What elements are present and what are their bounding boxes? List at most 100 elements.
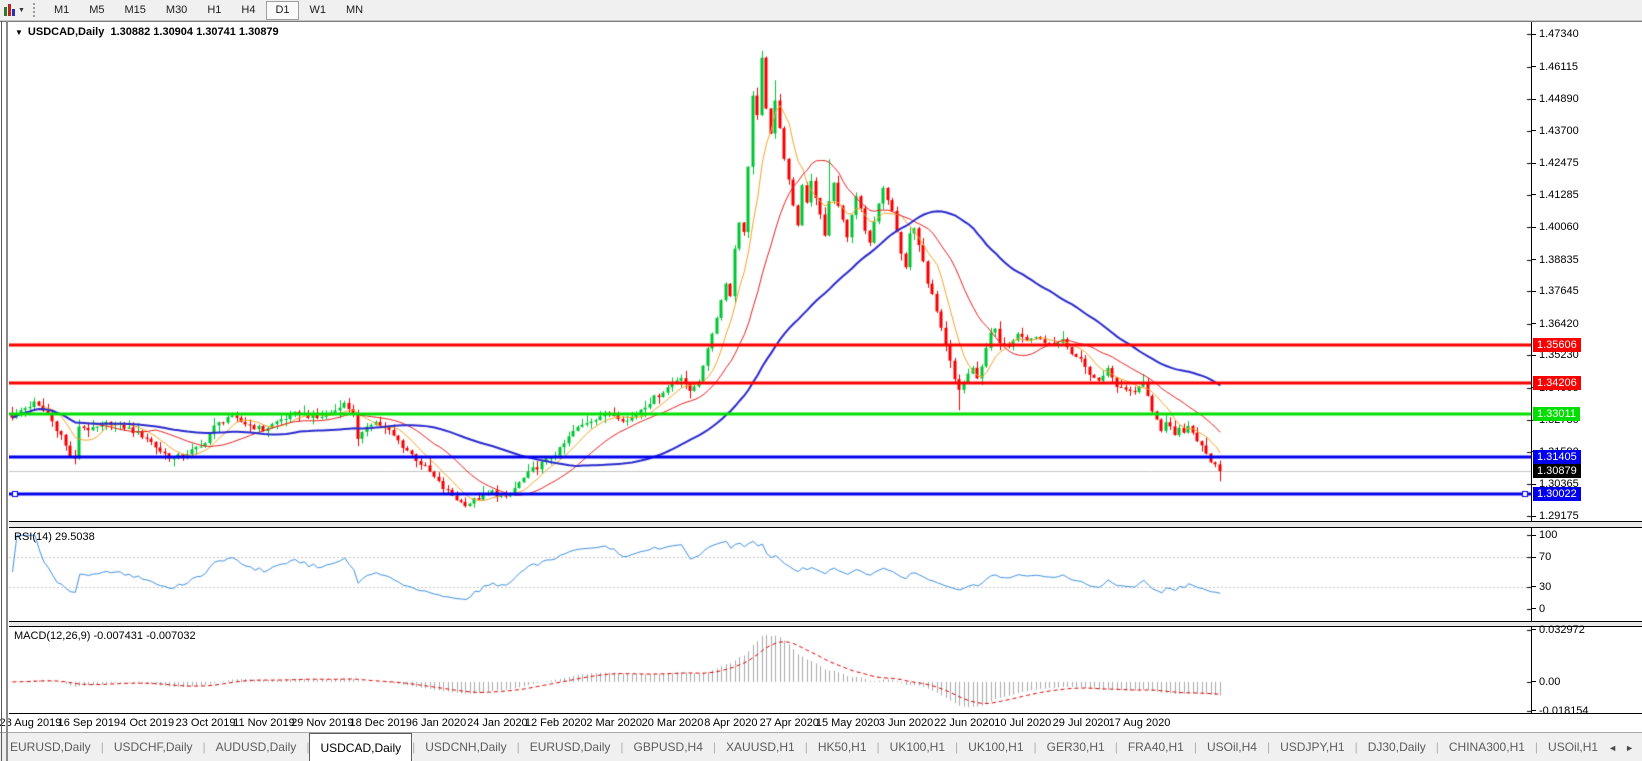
tab-scroll-controls: ◄ ►	[1602, 733, 1640, 761]
chart-window: ▼ USDCAD,Daily 1.30882 1.30904 1.30741 1.…	[0, 21, 1642, 733]
line-price-tag[interactable]: 1.34206	[1533, 375, 1581, 390]
date-axis: 28 Aug 2019 16 Sep 2019 4 Oct 2019 23 Oct 2…	[0, 714, 1642, 733]
chart-tab-usdcad-daily[interactable]: USDCAD,Daily	[309, 733, 413, 761]
date-axis-label: 29 Nov 2019	[291, 717, 354, 729]
date-axis-label: 4 Oct 2019	[120, 717, 175, 729]
scroll-tabs-left-icon[interactable]: ◄	[1608, 743, 1617, 753]
rsi-label: RSI(14) 29.5038	[14, 531, 95, 543]
timeframe-button-d1[interactable]: D1	[266, 0, 299, 20]
price-axis-tick: 1.42475	[1532, 157, 1579, 169]
timeframe-toolbar: M1 M5 M15 M30 H1 H4 D1 W1 MN	[44, 0, 373, 20]
date-axis-label: 18 Dec 2019	[349, 717, 412, 729]
date-axis-label: 3 Jun 2020	[878, 717, 934, 729]
chart-dropdown-icon[interactable]: ▼	[15, 28, 23, 37]
timeframe-button-mn[interactable]: MN	[337, 1, 372, 20]
date-axis-label: 23 Oct 2019	[175, 717, 236, 729]
date-axis-label: 6 Jan 2020	[411, 717, 467, 729]
chart-tab-usdchf-daily[interactable]: USDCHF,Daily	[104, 733, 203, 761]
line-price-tag[interactable]: 1.35606	[1533, 338, 1581, 353]
date-axis-label: 10 Jul 2020	[994, 717, 1052, 729]
date-axis-label: 15 May 2020	[815, 717, 880, 729]
timeframe-button-m5[interactable]: M5	[80, 1, 113, 20]
timeframe-button-h1[interactable]: H1	[198, 1, 230, 20]
macd-panel: MACD(12,26,9) -0.007431 -0.007032 0.0329…	[9, 624, 1642, 717]
date-axis-label: 24 Jan 2020	[467, 717, 528, 729]
date-axis-label: 11 Nov 2019	[233, 717, 295, 729]
chevron-down-icon[interactable]: ▼	[18, 7, 25, 14]
chart-title-symbol: USDCAD,Daily	[27, 26, 105, 38]
top-toolbar: ▼ M1 M5 M15 M30 H1 H4 D1 W1 MN	[0, 0, 1642, 21]
chart-title: ▼ USDCAD,Daily 1.30882 1.30904 1.30741 1.…	[15, 26, 279, 38]
rsi-axis: 100 70 30 0	[1531, 528, 1642, 621]
price-axis-tick: 1.44890	[1532, 93, 1579, 105]
date-axis-label: 16 Sep 2019	[57, 717, 121, 729]
timeframe-button-w1[interactable]: W1	[301, 1, 336, 20]
candlestick-chart-icon[interactable]	[4, 4, 15, 16]
rsi-axis-tick: 0	[1532, 603, 1545, 615]
timeframe-button-m30[interactable]: M30	[157, 1, 196, 20]
toolbar-grip[interactable]	[32, 3, 36, 17]
price-axis-tick: 1.37645	[1532, 285, 1579, 297]
price-axis-tick: 1.47340	[1532, 28, 1579, 40]
chart-tab-hk50-h1[interactable]: HK50,H1	[808, 733, 877, 761]
date-axis-label: 28 Aug 2019	[0, 717, 62, 729]
chart-tab-usoil-h1[interactable]: USOil,H1	[1538, 733, 1608, 761]
rsi-axis-tick: 30	[1532, 581, 1551, 593]
chart-tab-uk100-h1[interactable]: UK100,H1	[958, 733, 1033, 761]
chart-tab-eurusd-daily[interactable]: EURUSD,Daily	[520, 733, 621, 761]
macd-axis: 0.032972 0.00 -0.018154	[1531, 624, 1642, 717]
timeframe-button-h4[interactable]: H4	[232, 1, 264, 20]
chart-tab-usdjpy-h1[interactable]: USDJPY,H1	[1270, 733, 1354, 761]
price-axis-tick: 1.43700	[1532, 125, 1579, 137]
rsi-axis-tick: 70	[1532, 551, 1551, 563]
macd-axis-tick: -0.018154	[1532, 705, 1589, 717]
chart-tab-eurusd-daily[interactable]: EURUSD,Daily	[0, 733, 101, 761]
chart-tabs-bar: EURUSD,Daily | USDCHF,Daily | AUDUSD,Daily | U…	[0, 732, 1642, 761]
chart-ohlc-values: 1.30882 1.30904 1.30741 1.30879	[110, 26, 279, 38]
chart-tab-uk100-h1[interactable]: UK100,H1	[880, 733, 955, 761]
scroll-tabs-right-icon[interactable]: ►	[1625, 743, 1634, 753]
macd-label: MACD(12,26,9) -0.007431 -0.007032	[14, 630, 196, 642]
timeframe-button-m15[interactable]: M15	[116, 1, 155, 20]
price-axis-tick: 1.36420	[1532, 318, 1579, 330]
timeframe-button-m1[interactable]: M1	[45, 1, 78, 20]
date-axis-label: 29 Jul 2020	[1052, 717, 1110, 729]
chart-tab-xauusd-h1[interactable]: XAUUSD,H1	[716, 733, 805, 761]
chart-tab-fra40-h1[interactable]: FRA40,H1	[1118, 733, 1194, 761]
date-axis-label: 17 Aug 2020	[1108, 717, 1171, 729]
price-axis: 1.47340 1.46115 1.44890 1.43700 1.42475 1.412…	[1531, 22, 1642, 522]
rsi-canvas[interactable]	[9, 528, 1531, 621]
date-axis-label: 20 Mar 2020	[641, 717, 704, 729]
macd-axis-tick: 0.00	[1532, 676, 1560, 688]
window-left-edge-inner	[6, 21, 8, 761]
chart-tab-usdcnh-daily[interactable]: USDCNH,Daily	[415, 733, 516, 761]
price-axis-tick: 1.29175	[1532, 510, 1579, 522]
chart-tab-usoil-h4[interactable]: USOil,H4	[1197, 733, 1267, 761]
line-price-tag[interactable]: 1.33011	[1533, 407, 1580, 422]
date-axis-label: 22 Jun 2020	[934, 717, 995, 729]
chart-tab-china300-h1[interactable]: CHINA300,H1	[1439, 733, 1535, 761]
date-axis-label: 12 Feb 2020	[524, 717, 587, 729]
price-axis-tick: 1.46115	[1532, 61, 1578, 73]
chart-tab-dj30-daily[interactable]: DJ30,Daily	[1358, 733, 1436, 761]
macd-canvas[interactable]	[9, 627, 1531, 713]
date-axis-label: 2 Mar 2020	[586, 717, 642, 729]
chart-tab-audusd-daily[interactable]: AUDUSD,Daily	[206, 733, 307, 761]
macd-axis-tick: 0.032972	[1532, 624, 1585, 636]
main-chart-canvas[interactable]	[9, 22, 1531, 520]
current-price-tag: 1.30879	[1533, 463, 1581, 478]
price-axis-tick: 1.40060	[1532, 221, 1579, 233]
price-axis-tick: 1.41285	[1532, 189, 1579, 201]
main-chart-panel: ▼ USDCAD,Daily 1.30882 1.30904 1.30741 1.…	[9, 22, 1642, 522]
window-left-edge	[1, 21, 2, 761]
price-axis-tick: 1.38835	[1532, 254, 1579, 266]
chart-tab-ger30-h1[interactable]: GER30,H1	[1037, 733, 1115, 761]
rsi-panel: RSI(14) 29.5038 100 70 30 0	[9, 527, 1642, 622]
chart-tab-gbpusd-h4[interactable]: GBPUSD,H4	[624, 733, 713, 761]
date-axis-label: 27 Apr 2020	[759, 717, 819, 729]
rsi-value: 29.5038	[54, 531, 95, 543]
date-axis-label: 8 Apr 2020	[704, 717, 758, 729]
line-price-tag[interactable]: 1.30022	[1533, 486, 1581, 501]
line-price-tag[interactable]: 1.31405	[1533, 449, 1581, 464]
macd-values: -0.007431 -0.007032	[93, 630, 196, 642]
